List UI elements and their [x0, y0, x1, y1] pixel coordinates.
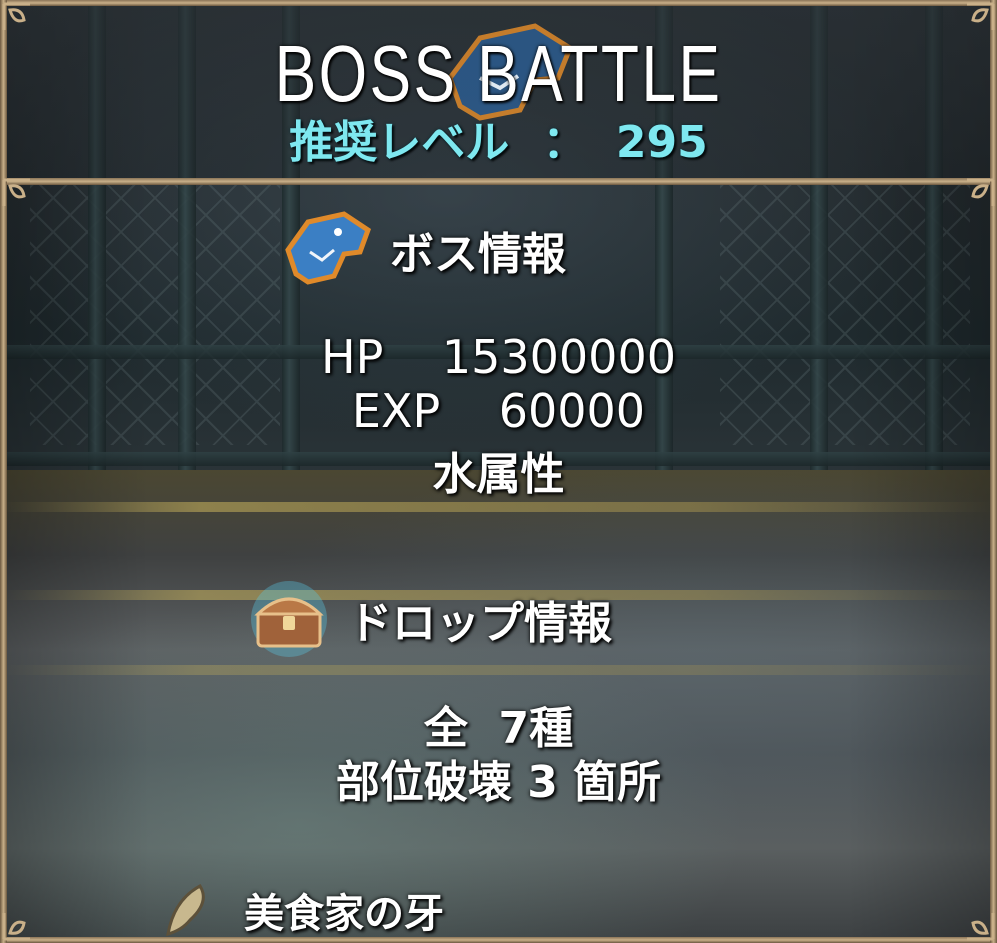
frame-corner-ornament	[2, 178, 30, 206]
treasure-chest-icon	[251, 581, 327, 657]
shark-emblem-icon	[285, 211, 372, 285]
exp-label: EXP	[351, 384, 441, 438]
recommended-level: 推奨レベル ： 295	[0, 106, 997, 170]
frame-corner-ornament	[967, 178, 995, 206]
part-break-suffix: 箇所	[573, 757, 662, 808]
exp-value: 60000	[498, 384, 646, 438]
frame-corner-ornament	[2, 913, 30, 941]
frame-corner-ornament	[967, 2, 995, 30]
boss-info-header: ボス情報	[282, 210, 566, 290]
recommended-level-label: 推奨レベル	[289, 117, 510, 168]
recommended-level-value: 295	[615, 117, 708, 168]
hp-value: 15300000	[441, 330, 676, 384]
boss-exp-row: EXP 60000	[0, 384, 997, 438]
drop-item[interactable]: 美食家の牙	[160, 880, 444, 940]
boss-hp-row: HP 15300000	[0, 330, 997, 384]
part-break-label: 部位破壊	[335, 757, 512, 808]
level-separator: ：	[542, 117, 587, 168]
frame-top	[0, 0, 997, 6]
battle-info-panel: BOSS BATTLE 推奨レベル ： 295 ボス情報 HP 15300000…	[0, 0, 997, 943]
boss-attribute: 水属性	[432, 449, 565, 500]
drop-info-title: ドロップ情報	[348, 598, 612, 649]
frame-bottom	[0, 937, 997, 943]
hp-label: HP	[321, 330, 384, 384]
frame-corner-ornament	[967, 913, 995, 941]
fang-icon	[166, 884, 205, 937]
part-break-row: 部位破壊 3 箇所	[0, 746, 997, 810]
drop-info-header: ドロップ情報	[248, 578, 612, 660]
boss-info-title: ボス情報	[390, 229, 566, 280]
frame-corner-ornament	[2, 2, 30, 30]
frame-divider	[0, 178, 997, 185]
drop-item-name: 美食家の牙	[244, 891, 444, 937]
part-break-count: 3	[527, 757, 558, 808]
